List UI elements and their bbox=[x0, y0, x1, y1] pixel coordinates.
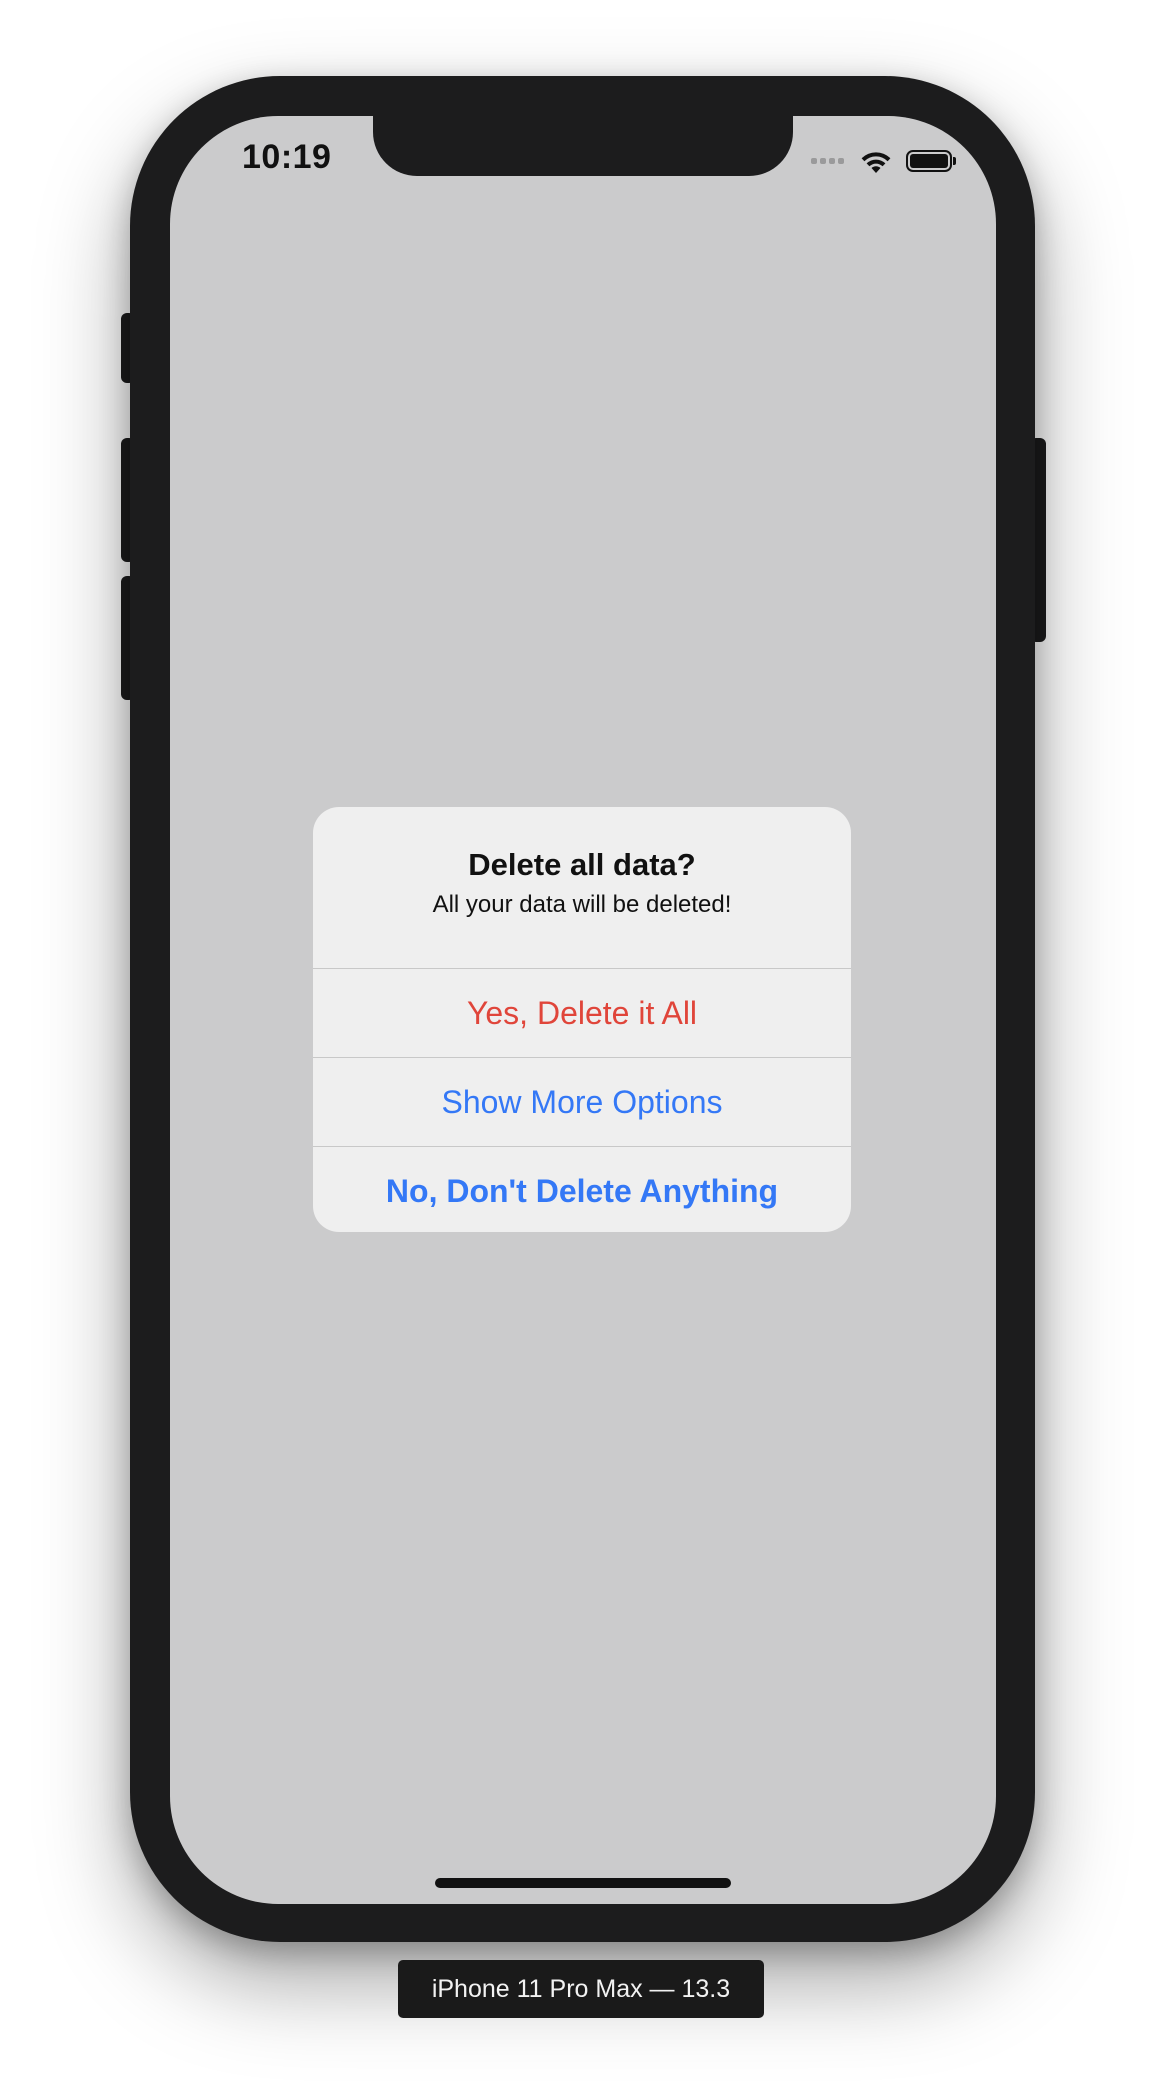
signal-icon bbox=[811, 158, 844, 164]
wifi-icon bbox=[861, 152, 891, 173]
home-indicator[interactable] bbox=[435, 1878, 731, 1888]
device-label: iPhone 11 Pro Max — 13.3 bbox=[398, 1960, 764, 2018]
device-screen: 10:19 Delete all data? All your data wil… bbox=[170, 116, 996, 1904]
alert-title: Delete all data? bbox=[468, 847, 696, 882]
status-icons bbox=[811, 146, 956, 176]
status-time: 10:19 bbox=[242, 138, 332, 176]
alert-dialog: Delete all data? All your data will be d… bbox=[313, 807, 851, 1232]
alert-message: All your data will be deleted! bbox=[432, 891, 732, 918]
simulator-stage: 10:19 Delete all data? All your data wil… bbox=[0, 0, 1168, 2096]
alert-header: Delete all data? All your data will be d… bbox=[313, 807, 851, 968]
show-more-options-button[interactable]: Show More Options bbox=[313, 1057, 851, 1146]
notch bbox=[373, 116, 793, 176]
battery-icon bbox=[906, 150, 956, 172]
delete-all-button[interactable]: Yes, Delete it All bbox=[313, 968, 851, 1057]
dont-delete-button[interactable]: No, Don't Delete Anything bbox=[313, 1146, 851, 1232]
